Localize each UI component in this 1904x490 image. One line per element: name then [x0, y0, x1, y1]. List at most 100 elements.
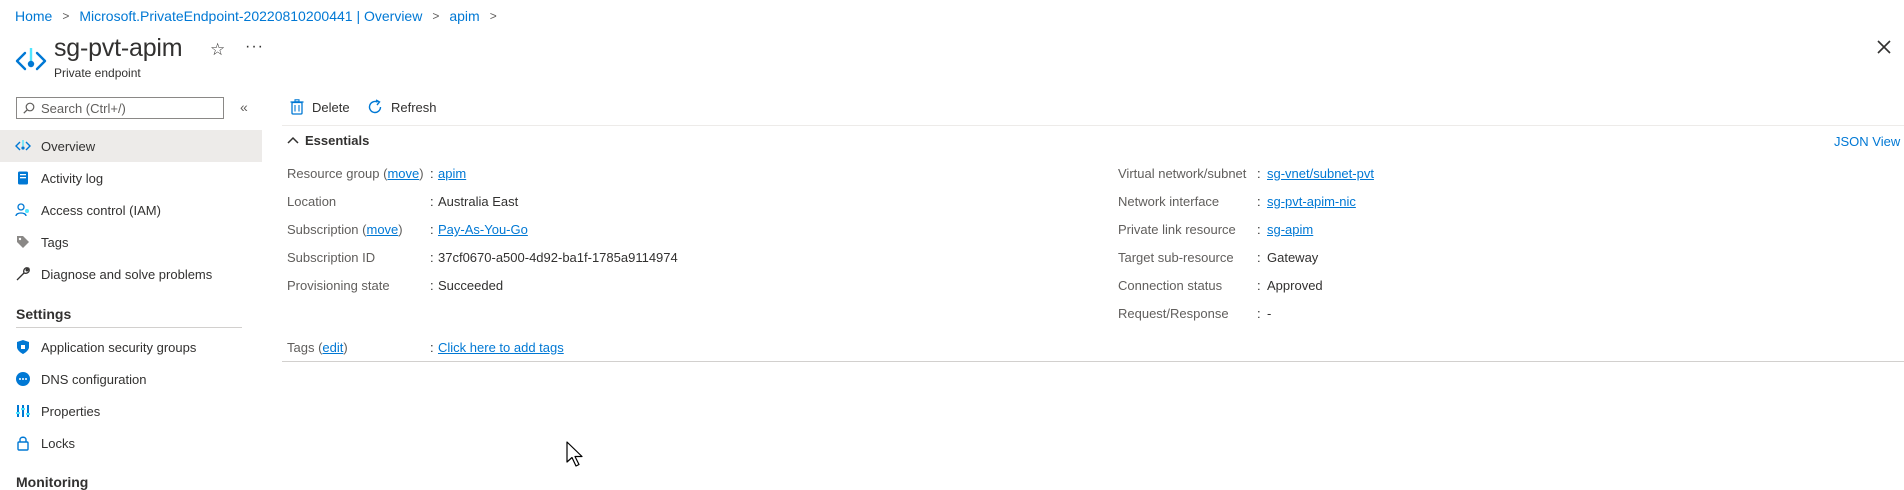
- search-icon: [23, 102, 35, 114]
- sidebar-item-diagnose[interactable]: Diagnose and solve problems: [0, 258, 262, 290]
- separator-colon: :: [430, 278, 434, 293]
- request-response-row: Request/Response: [1118, 304, 1229, 322]
- connection-status-row: Connection status: [1118, 276, 1222, 294]
- refresh-button[interactable]: Refresh: [367, 99, 437, 115]
- favorite-star-icon[interactable]: ☆: [210, 40, 225, 60]
- vnet-subnet-row: Virtual network/subnet: [1118, 164, 1246, 182]
- target-sub-resource-row: Target sub-resource: [1118, 248, 1234, 266]
- search-box[interactable]: [16, 97, 224, 119]
- sidebar-item-label: Access control (IAM): [41, 202, 161, 218]
- subscription-value[interactable]: Pay-As-You-Go: [438, 222, 528, 237]
- add-tags-link[interactable]: Click here to add tags: [438, 340, 564, 355]
- resource-group-value[interactable]: apim: [438, 166, 466, 181]
- sidebar-item-label: Overview: [41, 138, 96, 154]
- tags-row: Tags (edit): [287, 338, 348, 356]
- sidebar-item-asg[interactable]: Application security groups: [0, 331, 262, 363]
- separator-colon: :: [430, 194, 434, 209]
- sidebar-item-dns[interactable]: DNS configuration: [0, 363, 262, 395]
- field-label: Tags (edit): [287, 339, 348, 355]
- wrench-icon: [15, 266, 31, 282]
- refresh-icon: [368, 99, 382, 114]
- private-link-resource-value[interactable]: sg-apim: [1267, 222, 1313, 237]
- sidebar-item-locks[interactable]: Locks: [0, 427, 262, 459]
- field-label: Network interface: [1118, 193, 1220, 209]
- separator-colon: :: [1257, 278, 1261, 293]
- separator-colon: :: [1257, 250, 1261, 265]
- field-label: Connection status: [1118, 277, 1223, 293]
- move-link[interactable]: move: [367, 222, 399, 237]
- sidebar-item-label: DNS configuration: [41, 371, 147, 387]
- more-options-icon[interactable]: ···: [245, 38, 264, 56]
- breadcrumb-deployment[interactable]: Microsoft.PrivateEndpoint-20220810200441…: [79, 8, 422, 24]
- breadcrumb-apim[interactable]: apim: [449, 8, 479, 24]
- field-label: Provisioning state: [287, 277, 390, 293]
- separator-colon: :: [1257, 222, 1261, 237]
- sidebar-item-tags[interactable]: Tags: [0, 226, 262, 258]
- separator-colon: :: [430, 340, 434, 355]
- sidebar-item-activity-log[interactable]: Activity log: [0, 162, 262, 194]
- separator-colon: :: [430, 222, 434, 237]
- chevron-right-icon: >: [62, 9, 70, 23]
- search-input[interactable]: [35, 100, 221, 116]
- subscription-id-row: Subscription ID: [287, 248, 375, 266]
- monitoring-heading: Monitoring: [16, 474, 89, 490]
- chevron-up-icon: [287, 136, 299, 144]
- vnet-subnet-value[interactable]: sg-vnet/subnet-pvt: [1267, 166, 1374, 181]
- breadcrumb: Home > Microsoft.PrivateEndpoint-2022081…: [15, 6, 507, 26]
- field-label: Subscription (move): [287, 221, 403, 237]
- field-label: Target sub-resource: [1118, 249, 1234, 265]
- separator-colon: :: [1257, 306, 1261, 321]
- provisioning-state-row: Provisioning state: [287, 276, 390, 294]
- collapse-sidebar-icon[interactable]: «: [240, 99, 248, 115]
- sidebar-item-overview[interactable]: Overview: [0, 130, 262, 162]
- refresh-label: Refresh: [391, 99, 437, 115]
- field-label: Subscription ID: [287, 249, 376, 265]
- separator-colon: :: [1257, 166, 1261, 181]
- breadcrumb-home[interactable]: Home: [15, 8, 52, 24]
- properties-icon: [15, 403, 31, 419]
- close-icon[interactable]: [1874, 37, 1894, 57]
- sidebar-item-label: Locks: [41, 435, 75, 451]
- section-divider: [16, 327, 242, 328]
- network-interface-value[interactable]: sg-pvt-apim-nic: [1267, 194, 1356, 209]
- field-label: Private link resource: [1118, 221, 1236, 237]
- field-label: Virtual network/subnet: [1118, 165, 1247, 181]
- sidebar-item-label: Tags: [41, 234, 69, 250]
- sidebar-item-label: Properties: [41, 403, 101, 419]
- subscription-id-value: 37cf0670-a500-4d92-ba1f-1785a9114974: [438, 250, 678, 265]
- delete-label: Delete: [312, 99, 350, 115]
- private-link-resource-row: Private link resource: [1118, 220, 1236, 238]
- essentials-toggle[interactable]: Essentials: [287, 133, 369, 148]
- dns-icon: [15, 371, 31, 387]
- subscription-row: Subscription (move): [287, 220, 403, 238]
- private-endpoint-icon: [15, 48, 47, 71]
- connection-status-value: Approved: [1267, 278, 1323, 293]
- activity-log-icon: [15, 170, 31, 186]
- resource-group-row: Resource group (move): [287, 164, 424, 182]
- move-link[interactable]: move: [387, 166, 419, 181]
- network-interface-row: Network interface: [1118, 192, 1219, 210]
- target-sub-resource-value: Gateway: [1267, 250, 1319, 265]
- toolbar-divider: [282, 125, 1904, 126]
- sidebar-item-label: Diagnose and solve problems: [41, 266, 213, 282]
- separator-colon: :: [430, 250, 434, 265]
- sidebar-item-properties[interactable]: Properties: [0, 395, 262, 427]
- tag-icon: [15, 234, 31, 250]
- provisioning-state-value: Succeeded: [438, 278, 504, 293]
- shield-icon: [15, 339, 31, 355]
- sidebar-item-access-control[interactable]: Access control (IAM): [0, 194, 262, 226]
- page-title: sg-pvt-apim: [54, 34, 183, 62]
- trash-icon: [290, 99, 304, 115]
- json-view-link[interactable]: JSON View: [1834, 134, 1900, 149]
- chevron-right-icon: >: [432, 9, 440, 23]
- edit-tags-link[interactable]: edit: [322, 340, 343, 355]
- overview-icon: [15, 138, 31, 154]
- lock-icon: [15, 435, 31, 451]
- location-row: Location: [287, 192, 336, 210]
- sidebar-item-label: Application security groups: [41, 339, 197, 355]
- field-label: Request/Response: [1118, 305, 1229, 321]
- essentials-divider: [282, 361, 1904, 362]
- sidebar-item-label: Activity log: [41, 170, 104, 186]
- access-control-icon: [15, 202, 31, 218]
- delete-button[interactable]: Delete: [290, 99, 350, 115]
